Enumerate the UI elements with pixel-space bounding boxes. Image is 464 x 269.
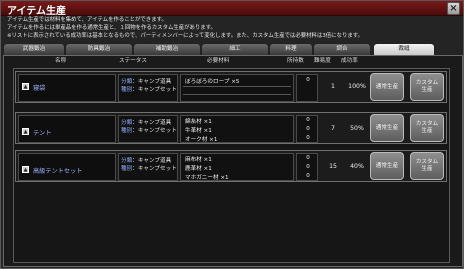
material-line: オーク材 ×1	[185, 137, 218, 143]
status-type: 種別：キャンプセット	[121, 87, 177, 93]
success-rate: 40%	[350, 163, 364, 170]
close-button[interactable]: ×	[447, 2, 460, 15]
material-line: 麻布材 ×1	[185, 157, 212, 163]
custom-production-button[interactable]: カスタム 生産	[410, 152, 444, 180]
owned-count: 0	[306, 173, 310, 179]
tab-craft[interactable]: 細工	[201, 43, 269, 55]
name-cell: ▲ 寝袋	[18, 74, 116, 102]
column-name: 名称	[55, 58, 67, 64]
materials-cell: ぼろぼろのロープ ×5	[180, 74, 294, 102]
item-row[interactable]: ▲ 寝袋 分類：キャンプ道具 種別：キャンプセット ぼろぼろのロープ ×5 0 …	[15, 71, 447, 103]
owned-count: 0	[306, 135, 310, 141]
column-rate: 成功率	[341, 58, 358, 64]
owned-count: 0	[306, 126, 310, 132]
category-tabs: 武器鍛冶 防具鍛冶 補助鍛冶 細工 料理 調合 裁縫	[3, 43, 463, 55]
custom-production-label: カスタム 生産	[416, 80, 438, 94]
description: アイテム生産では材料を集めて、アイテムを作ることができます。 アイテムを作るには…	[7, 16, 459, 42]
difficulty-value: 1	[331, 83, 335, 90]
type-label: 種別	[121, 166, 133, 172]
column-status: ステータス	[119, 58, 147, 64]
custom-production-label-line: カスタム	[415, 121, 439, 127]
item-name: テント	[33, 130, 52, 137]
custom-production-label-line: カスタム	[415, 80, 439, 86]
tab-armor-smith[interactable]: 防具鍛冶	[65, 43, 133, 55]
type-value: キャンプセット	[137, 87, 177, 93]
custom-production-label: カスタム 生産	[416, 159, 438, 173]
description-line: アイテムを作るには単産品を作る通常生産と、１回物を作るカスタム生産があります。	[7, 25, 216, 31]
window-title: アイテム生産	[7, 6, 66, 17]
tab-alchemy[interactable]: 調合	[313, 43, 371, 55]
material-line: ぼろぼろのロープ ×5	[185, 79, 240, 85]
normal-production-label: 通常生産	[375, 124, 399, 131]
name-cell: ▲ テント	[18, 115, 116, 143]
normal-production-label: 通常生産	[375, 83, 399, 90]
owned-count: 0	[306, 164, 310, 170]
custom-production-label-line: 生産	[421, 166, 433, 172]
material-line: 鹿革材 ×1	[185, 166, 212, 172]
status-category: 分類：キャンプ道具	[121, 79, 172, 85]
type-label: 種別	[121, 87, 133, 93]
normal-production-button[interactable]: 通常生産	[370, 114, 404, 142]
type-value: キャンプセット	[137, 128, 177, 134]
custom-production-label: カスタム 生産	[416, 121, 438, 135]
column-materials: 必要材料	[207, 58, 230, 64]
item-name: 寝袋	[33, 85, 46, 92]
owned-count: 0	[306, 117, 310, 123]
description-line: ※リストに表示されている成功率は基本となるもので、パーティメンバーによって変化し…	[7, 33, 363, 39]
item-name: 高級テントセット	[33, 168, 83, 175]
tab-sewing[interactable]: 裁縫	[373, 43, 435, 55]
description-line: アイテム生産では材料を集めて、アイテムを作ることができます。	[7, 17, 167, 23]
material-divider	[183, 94, 291, 95]
difficulty-value: 7	[331, 125, 335, 132]
materials-cell: 綿糸材 ×1 牛革材 ×1 オーク材 ×1	[180, 115, 294, 143]
type-label: 種別	[121, 128, 133, 134]
custom-production-button[interactable]: カスタム 生産	[410, 114, 444, 142]
normal-production-button[interactable]: 通常生産	[370, 152, 404, 180]
column-owned: 所持数	[287, 58, 304, 64]
item-row[interactable]: ▲ テント 分類：キャンプ道具 種別：キャンプセット 綿糸材 ×1 牛革材 ×1…	[15, 112, 447, 144]
owned-count: 0	[306, 77, 310, 83]
success-rate: 100%	[348, 83, 366, 90]
tab-cooking[interactable]: 料理	[269, 43, 313, 55]
material-line: 牛革材 ×1	[185, 128, 212, 134]
custom-production-label-line: カスタム	[415, 159, 439, 165]
status-cell: 分類：キャンプ道具 種別：キャンプセット	[118, 153, 178, 181]
status-type: 種別：キャンプセット	[121, 166, 177, 172]
expand-toggle-icon[interactable]: ▲	[22, 128, 29, 135]
materials-cell: 麻布材 ×1 鹿革材 ×1 マホガニー材 ×1	[180, 153, 294, 181]
tab-support-smith[interactable]: 補助鍛冶	[133, 43, 201, 55]
name-cell: ▲ 高級テントセット	[18, 153, 116, 181]
status-category: 分類：キャンプ道具	[121, 120, 172, 126]
owned-cell: 0 0 0	[296, 153, 318, 181]
success-rate: 50%	[350, 125, 364, 132]
tab-weapon-smith[interactable]: 武器鍛冶	[3, 43, 65, 55]
custom-production-button[interactable]: カスタム 生産	[410, 73, 444, 101]
owned-cell: 0	[296, 74, 318, 102]
material-line: マホガニー材 ×1	[185, 175, 229, 181]
material-line: 綿糸材 ×1	[185, 119, 212, 125]
column-header: 名称 ステータス 必要材料 所持数 難易度 成功率	[11, 56, 451, 65]
difficulty-value: 15	[329, 163, 337, 170]
title-bar[interactable]: アイテム生産 ×	[1, 1, 463, 17]
type-value: キャンプセット	[137, 166, 177, 172]
normal-production-label: 通常生産	[375, 162, 399, 169]
column-difficulty: 難易度	[314, 58, 331, 64]
status-category: 分類：キャンプ道具	[121, 158, 172, 164]
normal-production-button[interactable]: 通常生産	[370, 73, 404, 101]
status-cell: 分類：キャンプ道具 種別：キャンプセット	[118, 115, 178, 143]
custom-production-label-line: 生産	[421, 128, 433, 134]
expand-toggle-icon[interactable]: ▲	[22, 83, 29, 90]
owned-count: 0	[306, 155, 310, 161]
status-cell: 分類：キャンプ道具 種別：キャンプセット	[118, 74, 178, 102]
material-divider	[183, 86, 291, 87]
status-type: 種別：キャンプセット	[121, 128, 177, 134]
expand-toggle-icon[interactable]: ▲	[22, 166, 29, 173]
item-row[interactable]: ▲ 高級テントセット 分類：キャンプ道具 種別：キャンプセット 麻布材 ×1 鹿…	[15, 150, 447, 182]
custom-production-label-line: 生産	[421, 87, 433, 93]
item-production-window: アイテム生産 × アイテム生産では材料を集めて、アイテムを作ることができます。 …	[0, 0, 464, 269]
owned-cell: 0 0 0	[296, 115, 318, 143]
